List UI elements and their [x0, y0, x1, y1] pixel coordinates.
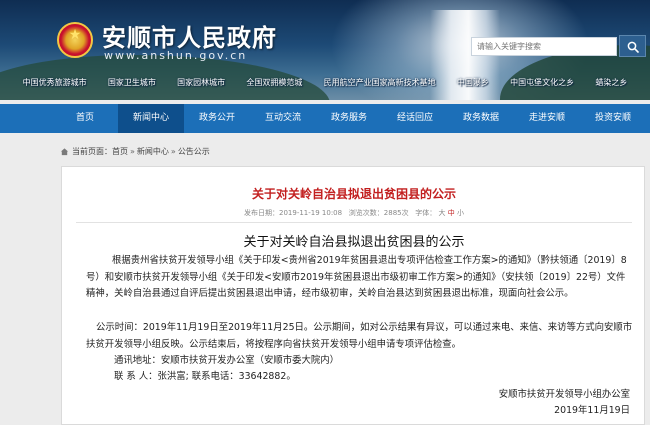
divider [76, 222, 632, 223]
nav-item-invest[interactable]: 投资安顺 [580, 104, 646, 133]
honor-item: 蜡染之乡 [595, 78, 628, 87]
nav-item-interaction[interactable]: 互动交流 [250, 104, 316, 133]
font-size-label: 字体： [415, 209, 437, 217]
article-meta: 发布日期：2019-11-19 10:08 浏览次数：2885次 字体： 大 中… [62, 208, 646, 218]
breadcrumb-notices[interactable]: 公告公示 [178, 146, 210, 157]
article-body-title: 关于对关岭自治县拟退出贫困县的公示 [243, 235, 465, 250]
font-size-small[interactable]: 小 [457, 209, 464, 217]
home-icon [60, 147, 69, 155]
nav-item-home[interactable]: 首页 [52, 104, 118, 133]
city-honors-bar: 中国优秀旅游城市 国家卫生城市 国家园林城市 全国双拥模范城 民用航空产业国家高… [0, 77, 650, 93]
search-input[interactable] [471, 37, 617, 56]
honor-item: 民用航空产业国家高新技术基地 [323, 78, 436, 87]
honor-item: 全国双拥模范城 [246, 78, 303, 87]
article-paragraph: 公示时间：2019年11月19日至2019年11月25日。公示期间，如对公示结果… [86, 322, 633, 350]
header-banner: ★ 安顺市人民政府 www.anshun.gov.cn 中国优秀旅游城市 国家卫… [0, 0, 650, 100]
signature-org: 安顺市扶贫开发领导小组办公室 [498, 389, 630, 400]
breadcrumb-separator: » [130, 146, 135, 156]
main-nav: 首页 新闻中心 政务公开 互动交流 政务服务 经话回应 政务数据 走进安顺 投资… [0, 104, 650, 133]
article-paragraph: 联 系 人：张洪富; 联系电话：33642882。 [114, 371, 296, 382]
nav-item-gov-services[interactable]: 政务服务 [316, 104, 382, 133]
site-title: 安顺市人民政府 [102, 23, 277, 52]
search-icon [627, 41, 639, 53]
breadcrumb-home[interactable]: 首页 [112, 146, 128, 157]
nav-item-about-anshun[interactable]: 走进安顺 [514, 104, 580, 133]
nav-item-news[interactable]: 新闻中心 [118, 104, 184, 133]
honor-item: 中国优秀旅游城市 [22, 78, 87, 87]
nav-item-gov-affairs[interactable]: 政务公开 [184, 104, 250, 133]
honor-item: 中国瀑乡 [456, 78, 489, 87]
search-button[interactable] [619, 35, 646, 57]
font-size-large[interactable]: 大 [439, 209, 446, 217]
honor-item: 国家卫生城市 [107, 78, 156, 87]
article-paragraph: 通讯地址：安顺市扶贫开发办公室（安顺市委大院内） [114, 355, 340, 366]
publish-date: 2019-11-19 10:08 [279, 209, 343, 217]
signature-date: 2019年11月19日 [554, 405, 630, 416]
article-panel: 关于对关岭自治县拟退出贫困县的公示 发布日期：2019-11-19 10:08 … [61, 166, 645, 425]
breadcrumb-separator: » [170, 146, 176, 156]
views-count: 2885次 [383, 209, 409, 217]
breadcrumb-prefix: 当前页面： [72, 146, 112, 156]
breadcrumb: 当前页面： 首页 » 新闻中心 » 公告公示 [60, 144, 210, 158]
honor-item: 国家园林城市 [177, 78, 226, 87]
site-url: www.anshun.gov.cn [104, 49, 248, 62]
views-label: 浏览次数： [348, 209, 384, 217]
publish-date-label: 发布日期： [244, 209, 279, 217]
article-paragraph: 根据贵州省扶贫开发领导小组《关于印发<贵州省2019年贫困县退出专项评估检查工作… [86, 255, 627, 299]
article-title: 关于对关岭自治县拟退出贫困县的公示 [251, 187, 456, 201]
national-emblem-icon: ★ [57, 22, 93, 58]
honor-item: 中国屯堡文化之乡 [510, 78, 575, 87]
nav-item-response[interactable]: 经话回应 [382, 104, 448, 133]
nav-item-gov-data[interactable]: 政务数据 [448, 104, 514, 133]
breadcrumb-news[interactable]: 新闻中心 [137, 146, 169, 157]
font-size-medium[interactable]: 中 [448, 209, 455, 217]
